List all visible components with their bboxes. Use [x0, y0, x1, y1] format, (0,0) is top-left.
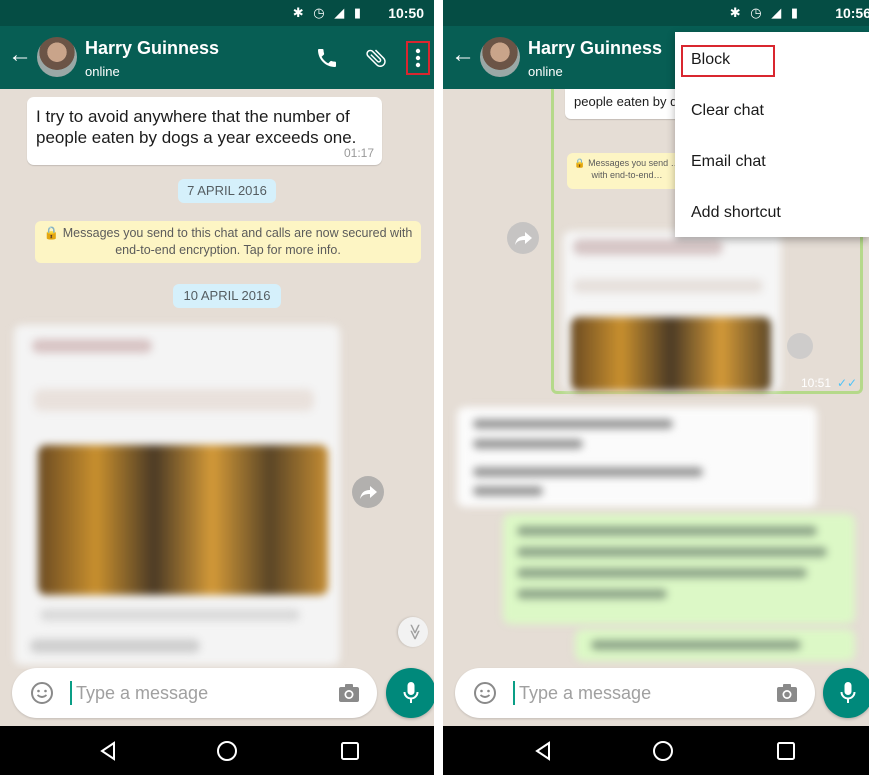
forward-icon: [360, 486, 377, 499]
forward-icon: [515, 232, 532, 245]
mic-icon: [840, 682, 856, 703]
camera-icon[interactable]: [775, 682, 799, 704]
message-input[interactable]: [76, 680, 326, 706]
blurred-content: [473, 467, 703, 477]
message-input[interactable]: [519, 680, 769, 706]
nav-home-icon[interactable]: [651, 739, 675, 763]
nav-back-icon[interactable]: [531, 739, 555, 763]
camera-icon[interactable]: [337, 682, 361, 704]
scroll-down-button[interactable]: ≫: [398, 617, 428, 647]
mic-icon: [403, 682, 419, 703]
blurred-photo: [571, 317, 771, 391]
status-time: 10:50: [388, 5, 424, 21]
left-phone-screen: ✱ ◷ ◢ ▮ 10:50 ← Harry Guinness online I …: [0, 0, 434, 775]
blurred-content: [573, 279, 763, 293]
blurred-content: [517, 589, 667, 599]
status-time: 10:56: [835, 5, 869, 21]
screenshot-divider: [434, 0, 443, 775]
avatar[interactable]: [37, 37, 77, 77]
phone-icon[interactable]: [315, 46, 339, 70]
system-nav-bar: [0, 726, 434, 775]
blurred-content: [30, 639, 200, 653]
chat-header: ← Harry Guinness online: [0, 26, 434, 89]
blurred-content: [40, 609, 300, 621]
back-arrow-icon[interactable]: ←: [451, 43, 475, 67]
message-composer: [12, 668, 377, 718]
message-bubble-incoming[interactable]: people eaten by dog: [565, 89, 685, 119]
blurred-content: [473, 419, 673, 429]
mic-button[interactable]: [386, 668, 434, 718]
system-nav-bar: [443, 726, 869, 775]
nav-recents-icon[interactable]: [774, 739, 798, 763]
emoji-icon[interactable]: [30, 681, 54, 705]
message-text: people eaten by dog: [574, 94, 677, 109]
paperclip-icon[interactable]: [364, 46, 388, 70]
nav-home-icon[interactable]: [215, 739, 239, 763]
mic-button[interactable]: [823, 668, 869, 718]
text-cursor: [513, 681, 515, 705]
read-receipt-icon: ✓✓: [837, 376, 858, 390]
contact-name[interactable]: Harry Guinness: [85, 38, 219, 59]
back-arrow-icon[interactable]: ←: [8, 43, 32, 67]
forward-button[interactable]: [787, 333, 813, 359]
date-chip: 7 APRIL 2016: [178, 179, 276, 203]
blurred-photo: [38, 445, 328, 595]
date-chip: 10 APRIL 2016: [173, 284, 281, 308]
menu-item-clear-chat[interactable]: Clear chat: [675, 85, 869, 136]
status-icons: ✱ ◷ ◢ ▮: [292, 5, 364, 20]
image-time: 10:51: [801, 376, 832, 390]
nav-back-icon[interactable]: [96, 739, 120, 763]
message-bubble-incoming[interactable]: I try to avoid anywhere that the number …: [27, 97, 382, 165]
chat-area[interactable]: I try to avoid anywhere that the number …: [0, 89, 434, 669]
menu-item-add-shortcut[interactable]: Add shortcut: [675, 187, 869, 238]
blurred-content: [32, 339, 152, 353]
blurred-content: [517, 526, 817, 536]
blurred-content: [473, 439, 583, 449]
status-bar: ✱ ◷ ◢ ▮ 10:56: [443, 0, 869, 26]
block-highlight: [681, 45, 775, 77]
status-icons: ✱ ◷ ◢ ▮: [729, 5, 801, 20]
blurred-content: [573, 239, 723, 255]
menu-item-email-chat[interactable]: Email chat: [675, 136, 869, 187]
blurred-content: [517, 547, 827, 557]
nav-recents-icon[interactable]: [338, 739, 362, 763]
right-phone-screen: ✱ ◷ ◢ ▮ 10:56 ← Harry Guinness online pe…: [443, 0, 869, 775]
message-time: 01:17: [343, 146, 374, 160]
contact-name[interactable]: Harry Guinness: [528, 38, 662, 59]
blurred-content: [591, 640, 801, 650]
more-options-button[interactable]: [406, 41, 430, 75]
text-cursor: [70, 681, 72, 705]
contact-status: online: [85, 64, 120, 79]
more-vert-icon: [415, 48, 421, 68]
blurred-content: [517, 568, 807, 578]
emoji-icon[interactable]: [473, 681, 497, 705]
message-text: I try to avoid anywhere that the number …: [36, 107, 357, 147]
blurred-content: [473, 486, 543, 496]
encryption-notice[interactable]: 🔒 Messages you send to this chat and cal…: [35, 221, 421, 263]
forward-button[interactable]: [507, 222, 539, 254]
status-bar: ✱ ◷ ◢ ▮ 10:50: [0, 0, 434, 26]
overflow-menu: Block Clear chat Email chat Add shortcut: [675, 32, 869, 237]
forward-button[interactable]: [352, 476, 384, 508]
message-composer: [455, 668, 815, 718]
encryption-notice[interactable]: 🔒 Messages you send … with end-to-end…: [567, 153, 687, 189]
blurred-content: [34, 389, 314, 411]
contact-status: online: [528, 64, 563, 79]
avatar[interactable]: [480, 37, 520, 77]
